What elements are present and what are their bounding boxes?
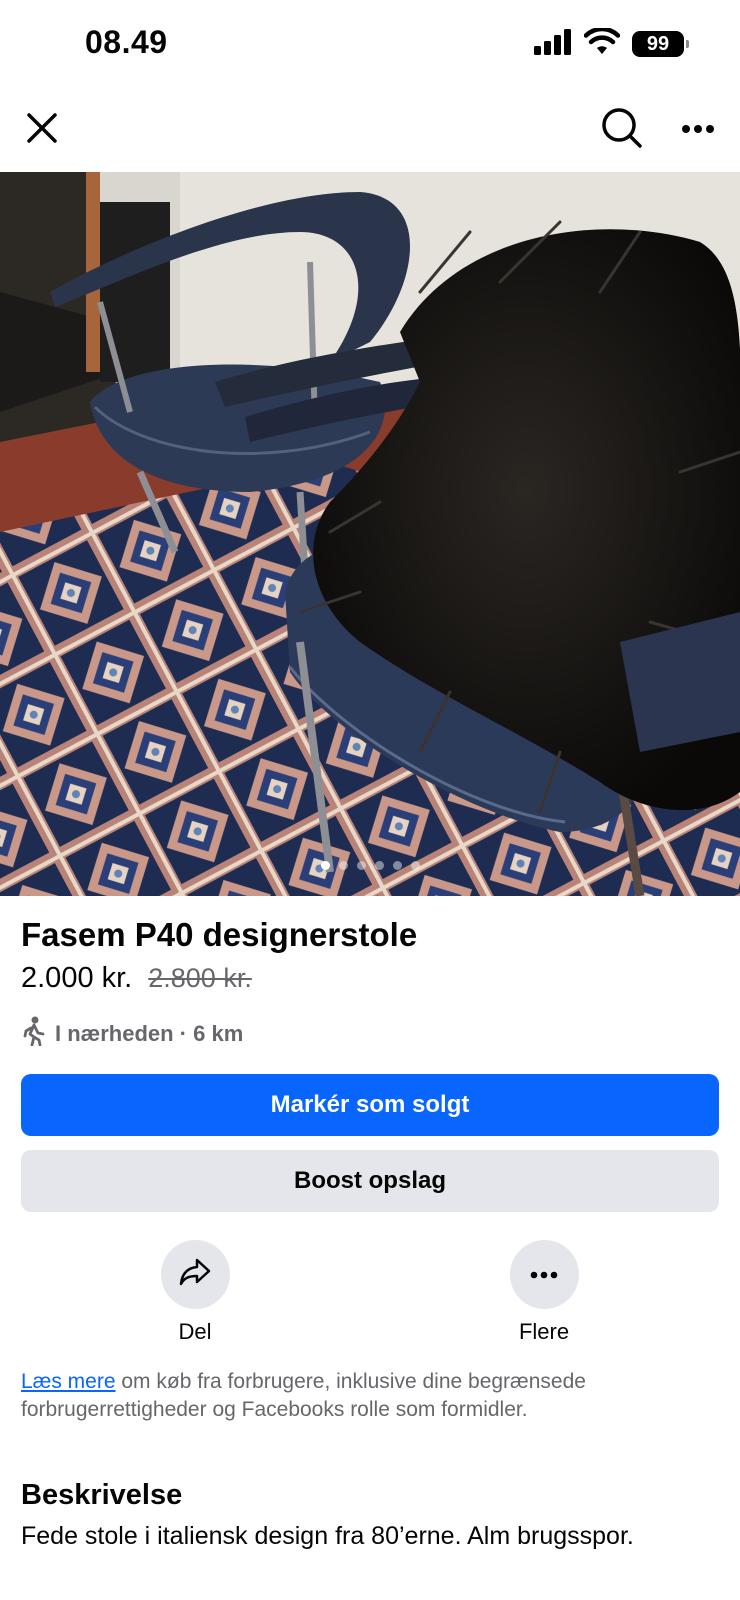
share-label: Del	[178, 1319, 212, 1344]
pager-dot[interactable]	[320, 861, 330, 870]
pager-dot[interactable]	[392, 861, 402, 870]
battery-cap	[686, 40, 689, 48]
status-bar: 08.49 99	[0, 0, 740, 88]
more-options-button[interactable]	[670, 102, 726, 158]
status-icons: 99	[534, 26, 689, 61]
boost-listing-button[interactable]: Boost opslag	[21, 1150, 719, 1212]
close-button[interactable]	[14, 102, 70, 158]
description-heading: Beskrivelse	[21, 1479, 183, 1511]
listing-title: Fasem P40 designerstole	[21, 916, 418, 953]
share-action[interactable]: Del	[135, 1240, 255, 1345]
wifi-icon	[583, 26, 621, 61]
signal-icon	[534, 28, 572, 60]
image-pager-dots[interactable]	[0, 861, 740, 870]
more-icon	[681, 121, 715, 139]
walking-person-icon	[21, 1016, 47, 1052]
share-button[interactable]	[160, 1240, 230, 1309]
listing-price: 2.000 kr.	[21, 962, 133, 994]
pager-dot[interactable]	[410, 861, 420, 870]
more-dots-icon	[530, 1266, 558, 1284]
more-action[interactable]: Flere	[484, 1240, 604, 1345]
location-text: I nærheden · 6 km	[55, 1021, 244, 1046]
listing-photo-image	[0, 172, 740, 896]
pager-dot[interactable]	[356, 861, 366, 870]
pager-dot[interactable]	[338, 861, 348, 870]
consumer-rights-notice: Læs mere om køb fra forbrugere, inklusiv…	[21, 1368, 721, 1424]
pager-dot[interactable]	[374, 861, 384, 870]
search-button[interactable]	[594, 102, 650, 158]
more-actions-button[interactable]	[509, 1240, 579, 1309]
close-icon	[25, 111, 59, 150]
price-row: 2.000 kr. 2.800 kr.	[21, 962, 252, 995]
mark-sold-button[interactable]: Markér som solgt	[21, 1074, 719, 1136]
listing-location: I nærheden · 6 km	[21, 1016, 243, 1052]
listing-photo[interactable]	[0, 172, 740, 896]
listing-old-price: 2.800 kr.	[148, 963, 252, 993]
status-time: 08.49	[85, 24, 168, 60]
more-label: Flere	[518, 1319, 570, 1344]
search-icon	[601, 107, 643, 154]
share-icon	[178, 1257, 212, 1292]
read-more-link[interactable]: Læs mere	[21, 1370, 116, 1393]
battery-level: 99	[646, 32, 670, 55]
top-navigation	[0, 88, 740, 172]
description-text: Fede stole i italiensk design fra 80’ern…	[21, 1522, 634, 1550]
battery-indicator: 99	[632, 31, 689, 57]
